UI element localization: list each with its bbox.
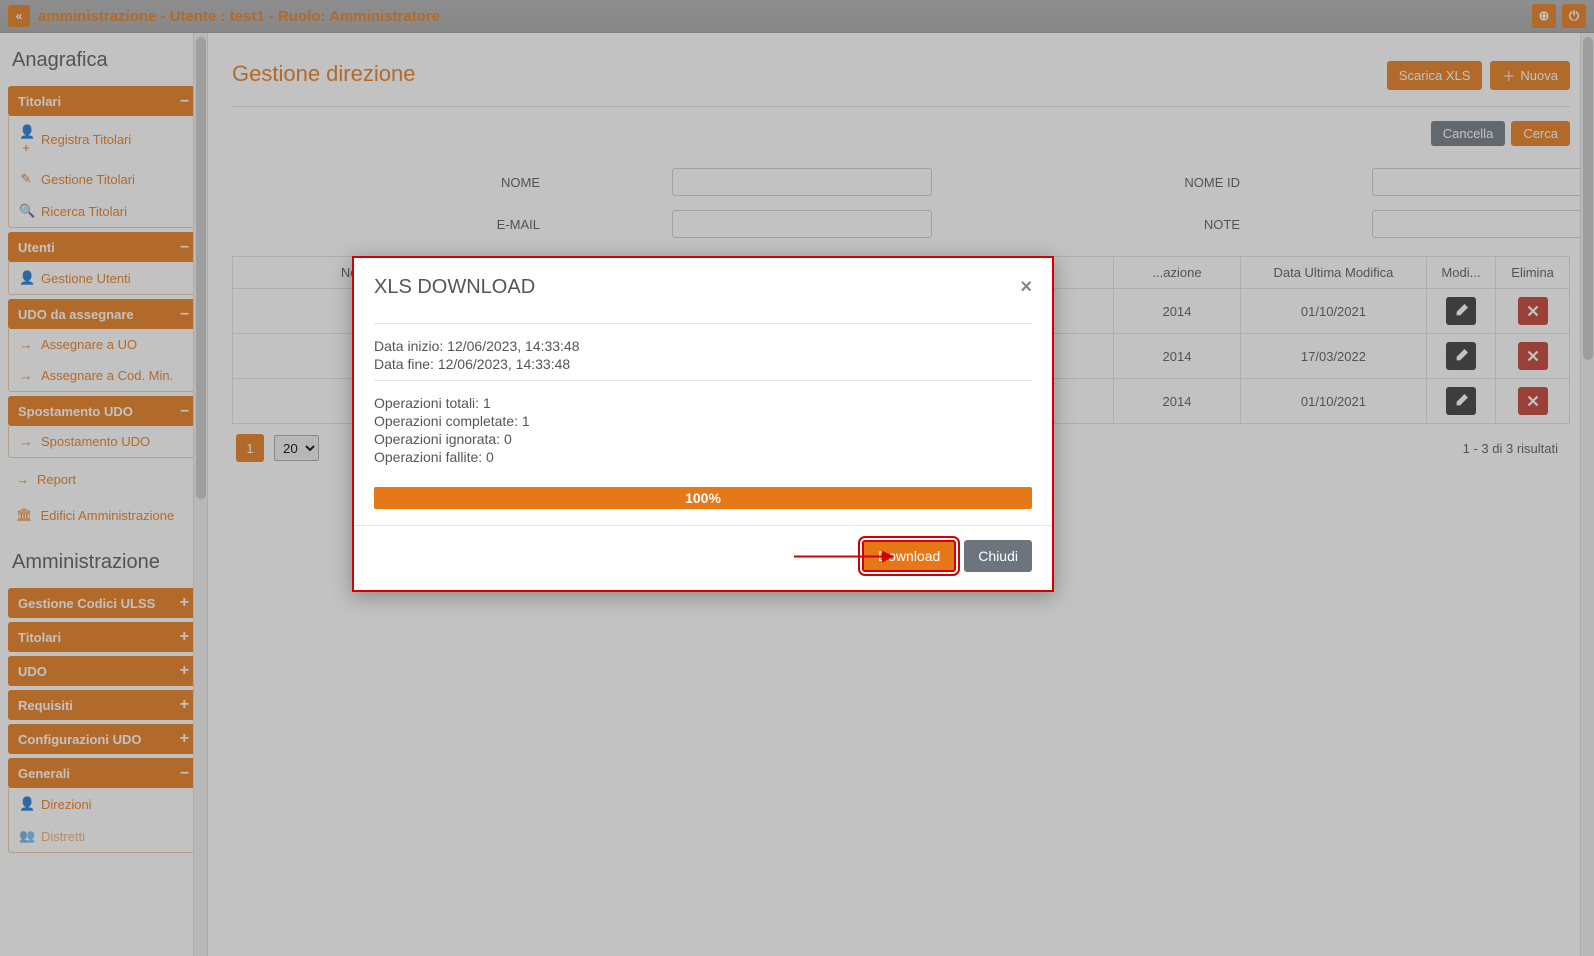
progress-bar: 100%: [374, 487, 1032, 509]
chiudi-button[interactable]: Chiudi: [964, 540, 1032, 572]
op-totali: Operazioni totali: 1: [374, 395, 1032, 411]
op-ignorata: Operazioni ignorata: 0: [374, 431, 1032, 447]
modal-title: XLS DOWNLOAD: [374, 276, 535, 299]
op-completate: Operazioni completate: 1: [374, 413, 1032, 429]
annotation-arrow: [794, 547, 894, 570]
close-icon[interactable]: ×: [1020, 276, 1032, 299]
data-inizio: Data inizio: 12/06/2023, 14:33:48: [374, 338, 1032, 354]
op-fallite: Operazioni fallite: 0: [374, 449, 1032, 465]
data-fine: Data fine: 12/06/2023, 14:33:48: [374, 356, 1032, 372]
xls-download-modal: XLS DOWNLOAD × Data inizio: 12/06/2023, …: [352, 256, 1054, 592]
